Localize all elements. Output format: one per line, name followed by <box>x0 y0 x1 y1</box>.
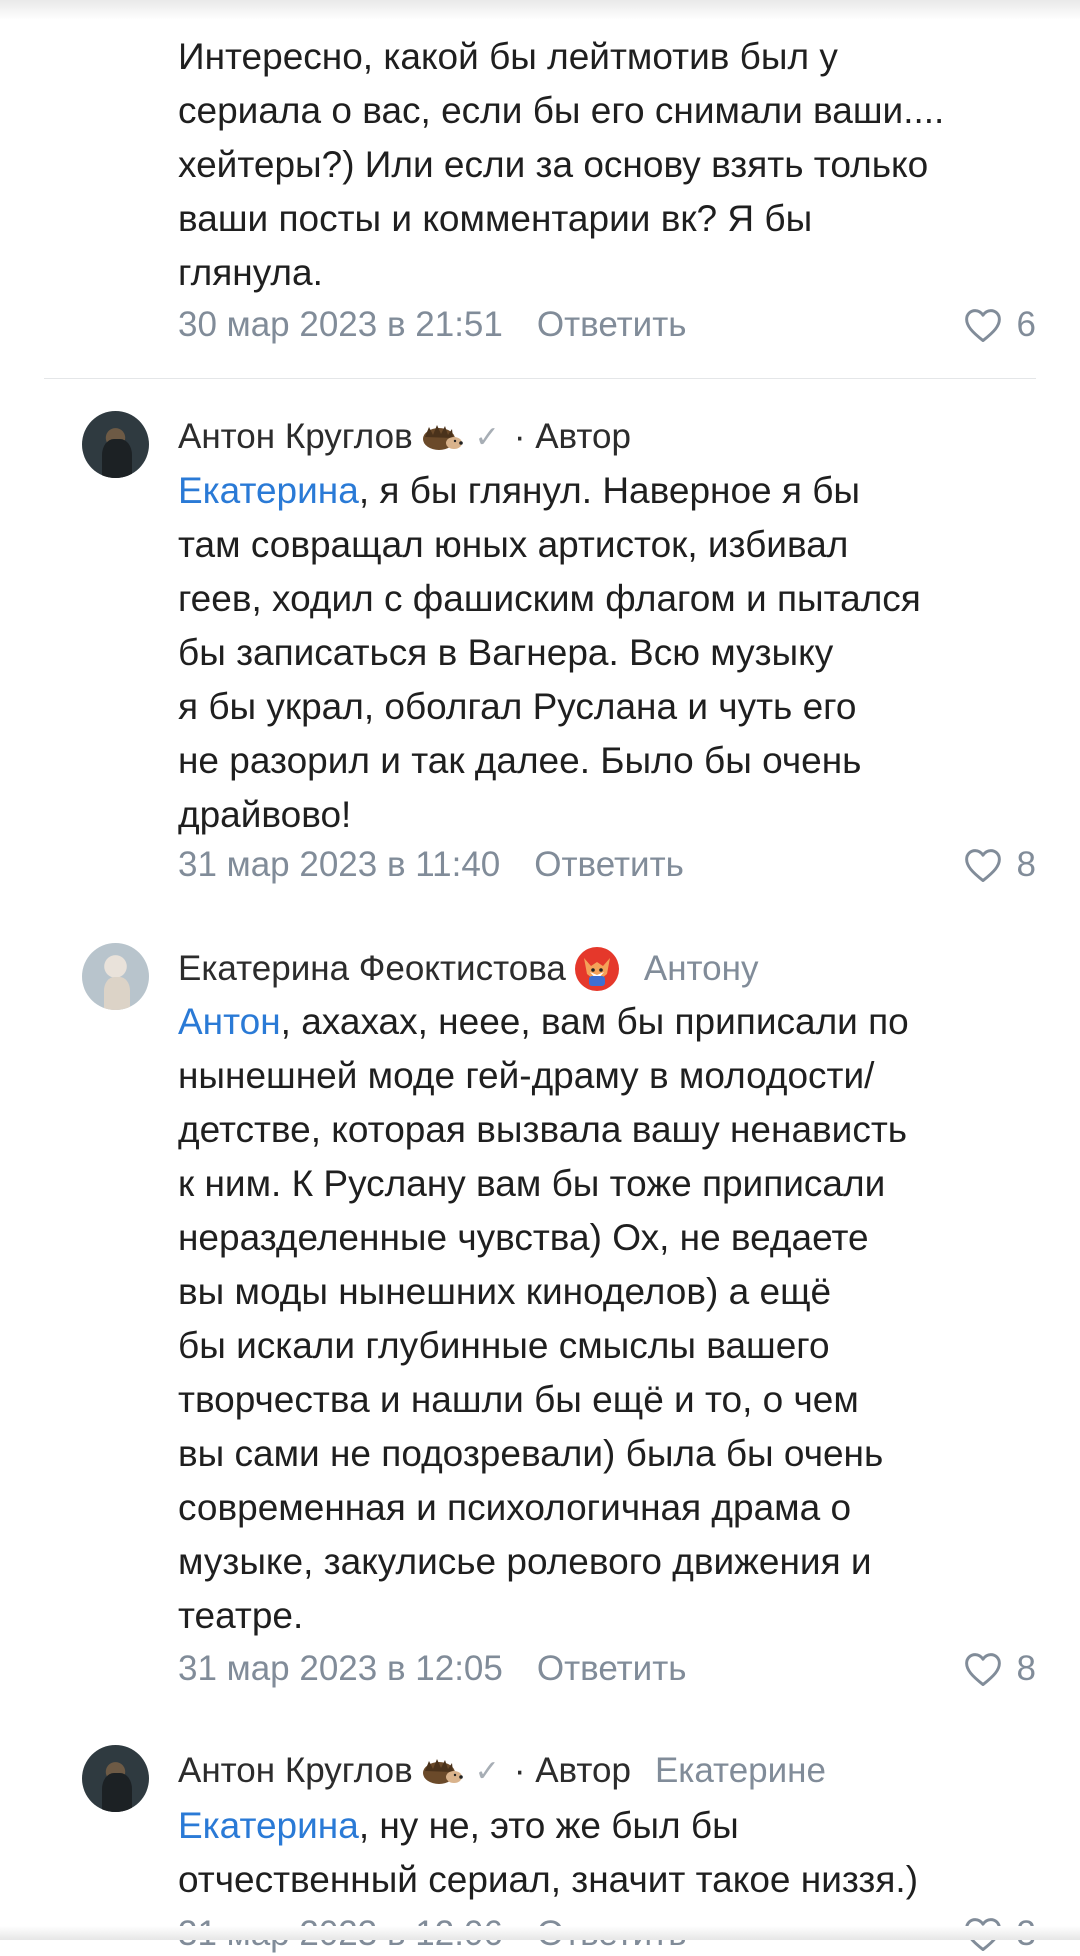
comment-line: Екатерина, я бы глянул. Наверное я бы <box>178 464 1038 518</box>
comment-line: к ним. К Руслану вам бы тоже приписали <box>178 1163 886 1204</box>
author-name[interactable]: Екатерина Феоктистова <box>178 949 566 989</box>
reply-to-user[interactable]: Антону <box>644 949 759 989</box>
comment-text: Екатерина, я бы глянул. Наверное я бы та… <box>178 464 1038 842</box>
comment-line: музыке, закулисье ролевого движения и <box>178 1541 872 1582</box>
comment-date: 31 мар 2023 в 11:40 <box>178 845 501 884</box>
comment-text: Екатерина, ну не, это же был бы отчестве… <box>178 1799 1038 1907</box>
comment-line: Интересно, какой бы лейтмотив был у <box>178 36 838 77</box>
comment-line-rest: , я бы глянул. Наверное я бы <box>358 470 860 511</box>
heart-icon <box>964 849 1001 883</box>
comment-line: Антон, ахахах, неее, вам бы приписали по <box>178 995 1038 1049</box>
avatar[interactable] <box>82 943 149 1010</box>
avatar[interactable] <box>82 1745 149 1812</box>
fox-icon <box>574 946 620 992</box>
verified-icon: ✓ <box>474 1754 500 1788</box>
mention-link[interactable]: Екатерина <box>178 1805 359 1846</box>
bottom-scroll-shadow <box>0 1926 1080 1940</box>
author-badge: · Автор <box>513 417 631 456</box>
like-count: 8 <box>1016 845 1036 884</box>
hedgehog-icon <box>421 1755 463 1787</box>
author-badge: · Автор <box>513 1751 631 1790</box>
heart-icon <box>964 1653 1001 1687</box>
like-button[interactable]: 8 <box>963 1649 1036 1689</box>
comment-line: детстве, которая вызвала вашу ненависть <box>178 1109 908 1150</box>
comment-date: 31 мар 2023 в 12:05 <box>178 1649 503 1688</box>
comment-line: творчества и нашли бы ещё и то, о чем <box>178 1379 859 1420</box>
like-button[interactable]: 8 <box>963 845 1036 885</box>
comment-line: вы моды нынешних киноделов) а ещё <box>178 1271 832 1312</box>
comment-line: не разорил и так далее. Было бы очень <box>178 740 862 781</box>
comment-line: я бы украл, оболгал Руслана и чуть его <box>178 686 857 727</box>
comment-header: Антон Круглов ✓ · Автор <box>178 415 631 459</box>
comment-meta: 31 мар 2023 в 11:40 Ответить 8 <box>178 843 1036 887</box>
comment-text: Интересно, какой бы лейтмотив был у сери… <box>178 30 1038 300</box>
comment-text: Антон, ахахах, неее, вам бы приписали по… <box>178 995 1038 1643</box>
comment-line: ваши посты и комментарии вк? Я бы <box>178 198 813 239</box>
comment-header: Екатерина Феоктистова Антону <box>178 947 758 991</box>
reply-button[interactable]: Ответить <box>537 305 687 345</box>
like-count: 6 <box>1016 305 1036 344</box>
comment-line: бы искали глубинные смыслы вашего <box>178 1325 830 1366</box>
avatar[interactable] <box>82 411 149 478</box>
author-name[interactable]: Антон Круглов <box>178 1751 413 1791</box>
comment-line: современная и психологичная драма о <box>178 1487 852 1528</box>
comment-line: вы сами не подозревали) была бы очень <box>178 1433 884 1474</box>
comment-line: неразделенные чувства) Ох, не ведаете <box>178 1217 869 1258</box>
hedgehog-icon <box>421 421 463 453</box>
heart-icon <box>964 309 1001 343</box>
comment-line: сериала о вас, если бы его снимали ваши.… <box>178 90 945 131</box>
comment-line: геев, ходил с фашиским флагом и пытался <box>178 578 921 619</box>
comment-line: Екатерина, ну не, это же был бы <box>178 1799 1038 1853</box>
comment-meta: 30 мар 2023 в 21:51 Ответить 6 <box>178 303 1036 347</box>
comment-line: нынешней моде гей-драму в молодости/ <box>178 1055 875 1096</box>
comment-line: бы записаться в Вагнера. Всю музыку <box>178 632 834 673</box>
mention-link[interactable]: Антон <box>178 1001 281 1042</box>
comment-line-rest: , ну не, это же был бы <box>358 1805 739 1846</box>
verified-icon: ✓ <box>474 420 500 454</box>
reply-button[interactable]: Ответить <box>537 1649 687 1689</box>
comment-line: отчественный сериал, значит такое низзя.… <box>178 1859 919 1900</box>
comment-divider <box>44 378 1036 379</box>
comment-line: глянула. <box>178 252 323 293</box>
top-scroll-shadow <box>0 0 1080 20</box>
like-button[interactable]: 6 <box>963 305 1036 345</box>
mention-link[interactable]: Екатерина <box>178 470 359 511</box>
comment-meta: 31 мар 2023 в 12:05 Ответить 8 <box>178 1647 1036 1691</box>
reply-to-user[interactable]: Екатерине <box>655 1751 826 1791</box>
comment-line: драйвово! <box>178 794 352 835</box>
comment-line: театре. <box>178 1595 304 1636</box>
reply-button[interactable]: Ответить <box>534 845 684 885</box>
comment-line-rest: , ахахах, неее, вам бы приписали по <box>280 1001 909 1042</box>
comment-date: 30 мар 2023 в 21:51 <box>178 305 503 344</box>
comment-line: там совращал юных артисток, избивал <box>178 524 849 565</box>
comment-line: хейтеры?) Или если за основу взять тольк… <box>178 144 929 185</box>
comment-header: Антон Круглов ✓ · Автор Екатерине <box>178 1749 826 1793</box>
like-count: 8 <box>1016 1649 1036 1688</box>
author-name[interactable]: Антон Круглов <box>178 417 413 457</box>
